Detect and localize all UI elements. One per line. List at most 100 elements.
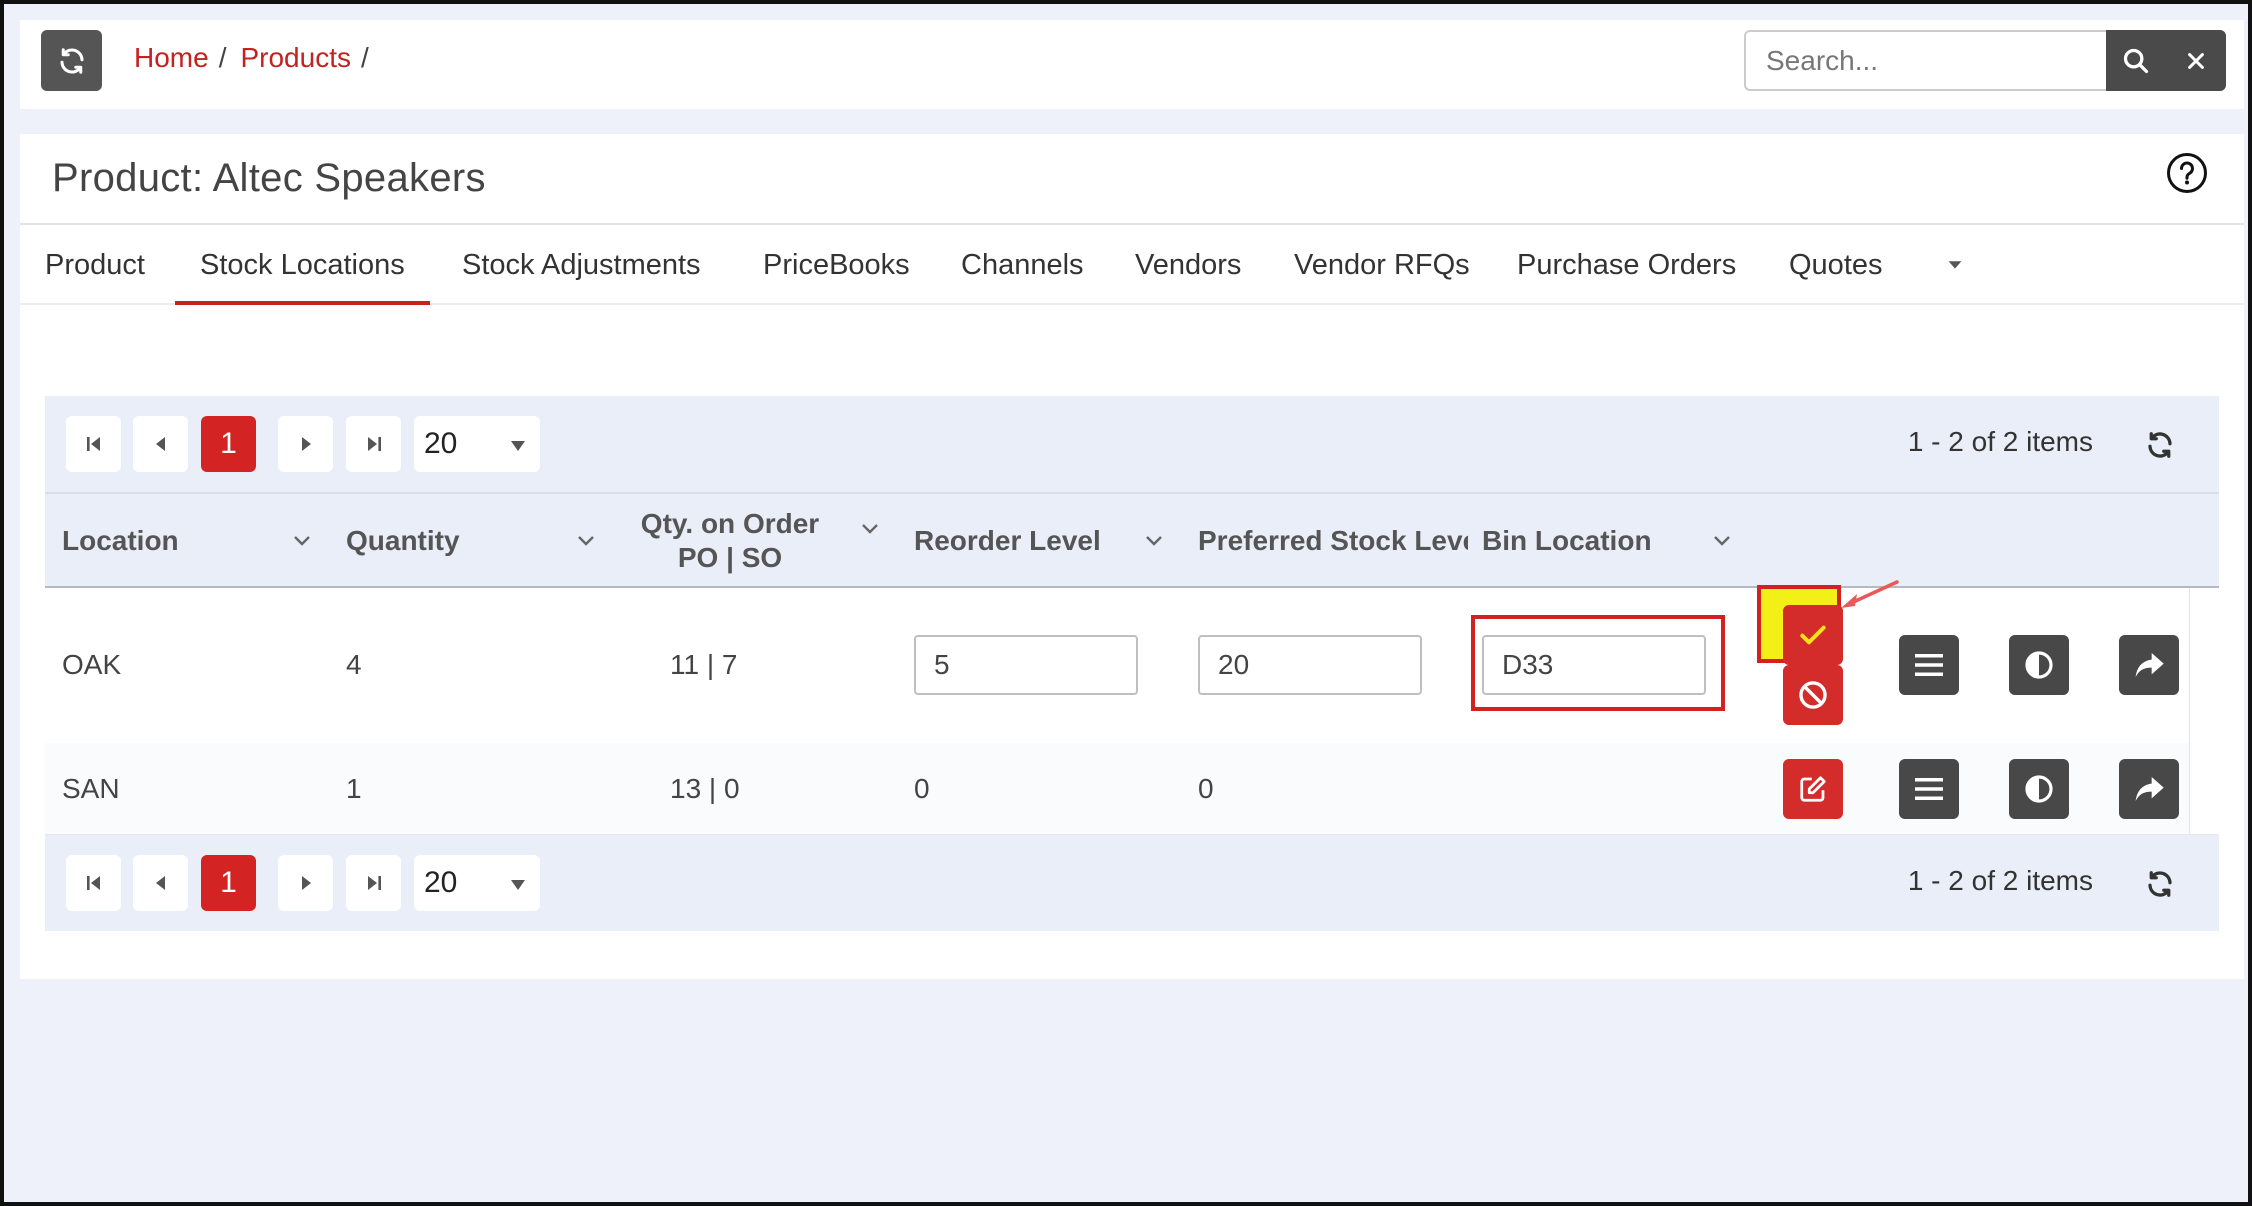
share-forward-icon xyxy=(2133,650,2165,680)
reorder-level-input[interactable]: 5 xyxy=(914,635,1138,695)
tab-stock-locations[interactable]: Stock Locations xyxy=(175,225,430,305)
table-row: SAN 1 13 | 0 0 0 xyxy=(45,743,2219,835)
column-header-quantity[interactable]: Quantity xyxy=(346,494,460,588)
last-page-button[interactable] xyxy=(346,416,401,472)
first-page-icon xyxy=(84,873,104,893)
tab-channels[interactable]: Channels xyxy=(961,225,1084,305)
first-page-button[interactable] xyxy=(66,416,121,472)
tab-stock-adjustments[interactable]: Stock Adjustments xyxy=(462,225,701,305)
page-number-button[interactable]: 1 xyxy=(201,855,256,911)
top-bar: Home / Products / xyxy=(20,20,2244,109)
search-button[interactable] xyxy=(2106,30,2166,91)
help-icon[interactable] xyxy=(2166,152,2208,194)
dropdown-arrow-icon xyxy=(510,440,526,452)
half-circle-icon xyxy=(2023,773,2055,805)
edit-button[interactable] xyxy=(1783,759,1843,819)
stock-locations-grid: 1 20 1 - 2 of 2 items Location Quantity … xyxy=(45,396,2219,931)
grid-pager-top: 1 20 1 - 2 of 2 items xyxy=(45,396,2219,492)
search-group xyxy=(1744,30,2226,91)
tab-pricebooks[interactable]: PriceBooks xyxy=(763,225,910,305)
edit-icon xyxy=(1798,774,1828,804)
cell-location: OAK xyxy=(62,649,122,680)
column-header-reorder-level[interactable]: Reorder Level xyxy=(914,494,1101,588)
contrast-button[interactable] xyxy=(2009,635,2069,695)
chevron-down-icon[interactable] xyxy=(860,522,880,536)
tab-vendor-rfqs[interactable]: Vendor RFQs xyxy=(1294,225,1470,305)
row-scrollbar-gutter xyxy=(2189,588,2219,743)
checkmark-icon xyxy=(1797,619,1829,651)
grid-refresh-icon[interactable] xyxy=(2145,869,2175,899)
grid-refresh-icon[interactable] xyxy=(2145,430,2175,460)
tab-quotes[interactable]: Quotes xyxy=(1789,225,1883,305)
contrast-button[interactable] xyxy=(2009,759,2069,819)
next-page-button[interactable] xyxy=(278,416,333,472)
hamburger-menu-icon xyxy=(1913,775,1945,803)
preferred-stock-level-input[interactable]: 20 xyxy=(1198,635,1422,695)
column-header-qty-on-order-line2: PO | SO xyxy=(677,542,783,573)
search-icon xyxy=(2122,47,2150,75)
page-size-value: 20 xyxy=(424,866,458,899)
cell-qty-on-order: 11 | 7 xyxy=(670,649,738,680)
prev-page-button[interactable] xyxy=(133,416,188,472)
cell-preferred-stock-level: 0 xyxy=(1198,773,1214,804)
share-button[interactable] xyxy=(2119,635,2179,695)
page-size-select[interactable]: 20 xyxy=(414,416,540,472)
breadcrumb-products-link[interactable]: Products xyxy=(240,42,351,74)
next-page-icon xyxy=(296,434,316,454)
arrow-annotation-icon xyxy=(1835,578,1901,618)
tab-bar: Product Stock Locations Stock Adjustment… xyxy=(20,225,2244,305)
clear-search-button[interactable] xyxy=(2166,30,2226,91)
breadcrumb: Home / Products / xyxy=(134,42,383,74)
refresh-icon xyxy=(57,46,87,76)
cell-quantity: 1 xyxy=(346,773,362,804)
next-page-icon xyxy=(296,873,316,893)
prev-page-button[interactable] xyxy=(133,855,188,911)
search-input[interactable] xyxy=(1744,30,2106,91)
chevron-down-icon[interactable] xyxy=(576,534,596,548)
column-header-bin-location[interactable]: Bin Location xyxy=(1482,494,1652,588)
last-page-button[interactable] xyxy=(346,855,401,911)
menu-button[interactable] xyxy=(1899,759,1959,819)
share-button[interactable] xyxy=(2119,759,2179,819)
half-circle-icon xyxy=(2023,649,2055,681)
share-forward-icon xyxy=(2133,774,2165,804)
chevron-down-icon[interactable] xyxy=(292,534,312,548)
dropdown-arrow-icon xyxy=(510,879,526,891)
cancel-icon xyxy=(1796,678,1830,712)
tab-vendors[interactable]: Vendors xyxy=(1135,225,1241,305)
chevron-down-icon[interactable] xyxy=(1144,534,1164,548)
page-size-select[interactable]: 20 xyxy=(414,855,540,911)
tab-product[interactable]: Product xyxy=(45,225,145,305)
breadcrumb-separator: / xyxy=(360,42,369,73)
table-row: OAK 4 11 | 7 5 20 D33 xyxy=(45,580,2219,743)
breadcrumb-home-link[interactable]: Home xyxy=(134,42,209,74)
last-page-icon xyxy=(364,873,384,893)
bin-location-input[interactable]: D33 xyxy=(1482,635,1706,695)
prev-page-icon xyxy=(151,873,171,893)
column-header-qty-on-order-line1: Qty. on Order xyxy=(640,508,820,539)
page-title: Product: Altec Speakers xyxy=(52,156,486,200)
prev-page-icon xyxy=(151,434,171,454)
pager-info: 1 - 2 of 2 items xyxy=(1907,426,2093,457)
title-row: Product: Altec Speakers xyxy=(20,134,2244,225)
cell-location: SAN xyxy=(62,773,120,804)
refresh-button[interactable] xyxy=(41,30,102,91)
column-header-location[interactable]: Location xyxy=(62,494,179,588)
column-header-qty-on-order[interactable]: Qty. on Order PO | SO xyxy=(630,494,830,588)
cell-reorder-level: 0 xyxy=(914,773,930,804)
pager-info: 1 - 2 of 2 items xyxy=(1907,865,2093,896)
save-button[interactable] xyxy=(1783,605,1843,665)
page-size-value: 20 xyxy=(424,427,458,460)
chevron-down-icon[interactable] xyxy=(1712,534,1732,548)
cancel-button[interactable] xyxy=(1783,665,1843,725)
row-scrollbar-gutter xyxy=(2189,743,2219,834)
close-icon xyxy=(2185,50,2207,72)
more-tabs-chevron-down-icon[interactable] xyxy=(1944,253,1966,275)
next-page-button[interactable] xyxy=(278,855,333,911)
grid-header: Location Quantity Qty. on Order PO | SO … xyxy=(45,492,2219,588)
page-number-button[interactable]: 1 xyxy=(201,416,256,472)
tab-purchase-orders[interactable]: Purchase Orders xyxy=(1517,225,1736,305)
column-header-preferred-stock-level[interactable]: Preferred Stock Leve xyxy=(1198,494,1468,588)
menu-button[interactable] xyxy=(1899,635,1959,695)
first-page-button[interactable] xyxy=(66,855,121,911)
